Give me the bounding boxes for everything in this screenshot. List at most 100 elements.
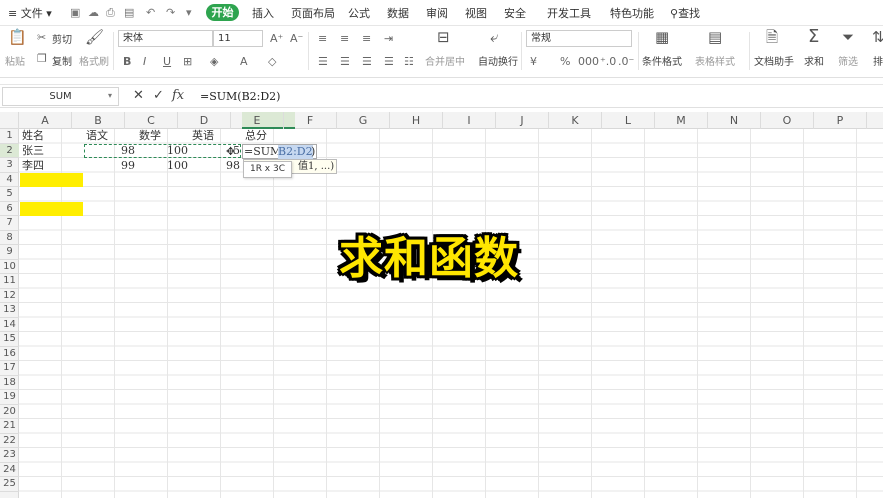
function-icon[interactable]: fx	[172, 88, 184, 103]
row-header-23[interactable]: 23	[0, 448, 19, 463]
undo-icon[interactable]: ↶	[146, 6, 155, 19]
highlighted-cell-a6[interactable]	[20, 202, 83, 216]
sort-button[interactable]: 排	[873, 53, 883, 68]
align-middle-icon[interactable]: ≡	[340, 33, 349, 44]
sigma-icon[interactable]: Σ	[808, 28, 819, 46]
search-box[interactable]: ⚲查找	[670, 5, 700, 21]
row-header-4[interactable]: 4	[0, 173, 19, 187]
cell-b1[interactable]: 语文	[86, 129, 108, 143]
row-header-10[interactable]: 10	[0, 260, 19, 274]
row-header-22[interactable]: 22	[0, 434, 19, 448]
check-icon[interactable]: ✓	[153, 88, 164, 103]
cell-b3[interactable]: 99	[84, 159, 135, 173]
row-header-14[interactable]: 14	[0, 318, 19, 332]
row-header-13[interactable]: 13	[0, 303, 19, 318]
align-center-icon[interactable]: ☰	[340, 56, 350, 67]
wrap-icon[interactable]: ⤶	[490, 30, 498, 45]
copy-icon[interactable]: ❐	[37, 53, 47, 64]
sum-button[interactable]: 求和	[804, 53, 824, 68]
doc-helper-button[interactable]: 文档助手	[754, 53, 794, 68]
currency-icon[interactable]: ¥	[530, 56, 537, 67]
border-icon[interactable]: ⊞	[183, 56, 192, 67]
cell-a3[interactable]: 李四	[22, 159, 44, 173]
save-icon[interactable]: ▣	[70, 6, 80, 19]
row-header-25[interactable]: 25	[0, 477, 19, 492]
tab-home[interactable]: 开始	[206, 4, 239, 21]
formula-input[interactable]: =SUM(B2:D2)	[200, 90, 280, 103]
column-header-l[interactable]: L	[602, 112, 655, 129]
number-format-select[interactable]: 常规	[526, 30, 632, 47]
print-preview-icon[interactable]: ▤	[124, 6, 134, 19]
decimal-decrease-icon[interactable]: .0⁻	[618, 56, 634, 67]
copy-button[interactable]: 复制	[52, 53, 72, 68]
font-size-select[interactable]: 11	[213, 30, 263, 47]
row-header-12[interactable]: 12	[0, 289, 19, 303]
italic-icon[interactable]: I	[143, 56, 146, 67]
cancel-icon[interactable]: ✕	[133, 88, 144, 103]
clear-icon[interactable]: ◇	[268, 56, 276, 67]
name-box[interactable]: SUM	[2, 87, 119, 106]
tab-formulas[interactable]: 公式	[348, 5, 370, 21]
cell-d1[interactable]: 英语	[192, 129, 214, 143]
underline-icon[interactable]: U	[163, 56, 171, 67]
doc-helper-icon[interactable]: 🗎	[766, 30, 778, 45]
paste-button[interactable]: 粘贴	[5, 53, 25, 68]
scissors-icon[interactable]: ✂	[37, 32, 46, 43]
print-icon[interactable]: ⎙	[106, 6, 115, 20]
distributed-icon[interactable]: ☷	[404, 56, 414, 67]
row-header-16[interactable]: 16	[0, 347, 19, 361]
column-header-i[interactable]: I	[443, 112, 496, 129]
row-header-2[interactable]: 2	[0, 144, 19, 158]
column-header-n[interactable]: N	[708, 112, 761, 129]
cell-e1[interactable]: 总分	[245, 129, 267, 143]
customize-icon[interactable]: ▾	[186, 6, 192, 19]
column-header-j[interactable]: J	[496, 112, 549, 129]
column-header-f[interactable]: F	[284, 112, 337, 129]
row-header-6[interactable]: 6	[0, 202, 19, 216]
row-header-21[interactable]: 21	[0, 419, 19, 434]
align-right-icon[interactable]: ☰	[362, 56, 372, 67]
bold-icon[interactable]: B	[123, 56, 131, 67]
tab-review[interactable]: 审阅	[426, 5, 448, 21]
column-header-h[interactable]: H	[390, 112, 443, 129]
row-header-19[interactable]: 19	[0, 390, 19, 405]
row-header-20[interactable]: 20	[0, 405, 19, 419]
sort-icon[interactable]: ⇅	[872, 30, 883, 45]
row-header-8[interactable]: 8	[0, 231, 19, 245]
row-header-5[interactable]: 5	[0, 187, 19, 202]
filter-button[interactable]: 筛选	[838, 53, 858, 68]
align-bottom-icon[interactable]: ≡	[362, 33, 371, 44]
column-header-d[interactable]: D	[178, 112, 231, 129]
cell-a1[interactable]: 姓名	[22, 129, 44, 143]
percent-icon[interactable]: %	[560, 56, 570, 67]
row-header-11[interactable]: 11	[0, 274, 19, 289]
cloud-icon[interactable]: ☁	[88, 6, 99, 19]
row-header-3[interactable]: 3	[0, 158, 19, 173]
tab-security[interactable]: 安全	[504, 5, 526, 21]
row-header-24[interactable]: 24	[0, 463, 19, 477]
table-style-icon[interactable]: ▤	[708, 30, 722, 45]
merge-center-button[interactable]: 合并居中	[425, 53, 465, 68]
merge-icon[interactable]: ⊟	[437, 30, 450, 45]
font-color-icon[interactable]: A	[240, 56, 248, 67]
column-header-g[interactable]: G	[337, 112, 390, 129]
thousands-icon[interactable]: 000	[578, 56, 599, 67]
table-style-button[interactable]: 表格样式	[695, 53, 735, 68]
column-header-k[interactable]: K	[549, 112, 602, 129]
tab-developer[interactable]: 开发工具	[547, 5, 591, 21]
column-header-a[interactable]: A	[19, 112, 72, 129]
decimal-increase-icon[interactable]: ⁺.0	[600, 56, 616, 67]
fill-color-icon[interactable]: ◈	[210, 56, 218, 67]
conditional-format-button[interactable]: 条件格式	[642, 53, 682, 68]
font-grow-icon[interactable]: A⁺	[270, 33, 283, 44]
cell-e2-editor[interactable]: =SUM( B2:D2 )	[242, 144, 317, 159]
column-header-b[interactable]: B	[72, 112, 125, 129]
highlighted-cell-a4[interactable]	[20, 173, 83, 187]
tab-features[interactable]: 特色功能	[610, 5, 654, 21]
wrap-text-button[interactable]: 自动换行	[478, 53, 518, 68]
paste-icon[interactable]: 📋	[8, 30, 27, 45]
cut-button[interactable]: 剪切	[52, 31, 72, 46]
column-header-m[interactable]: M	[655, 112, 708, 129]
tab-insert[interactable]: 插入	[252, 5, 274, 21]
align-left-icon[interactable]: ☰	[318, 56, 328, 67]
